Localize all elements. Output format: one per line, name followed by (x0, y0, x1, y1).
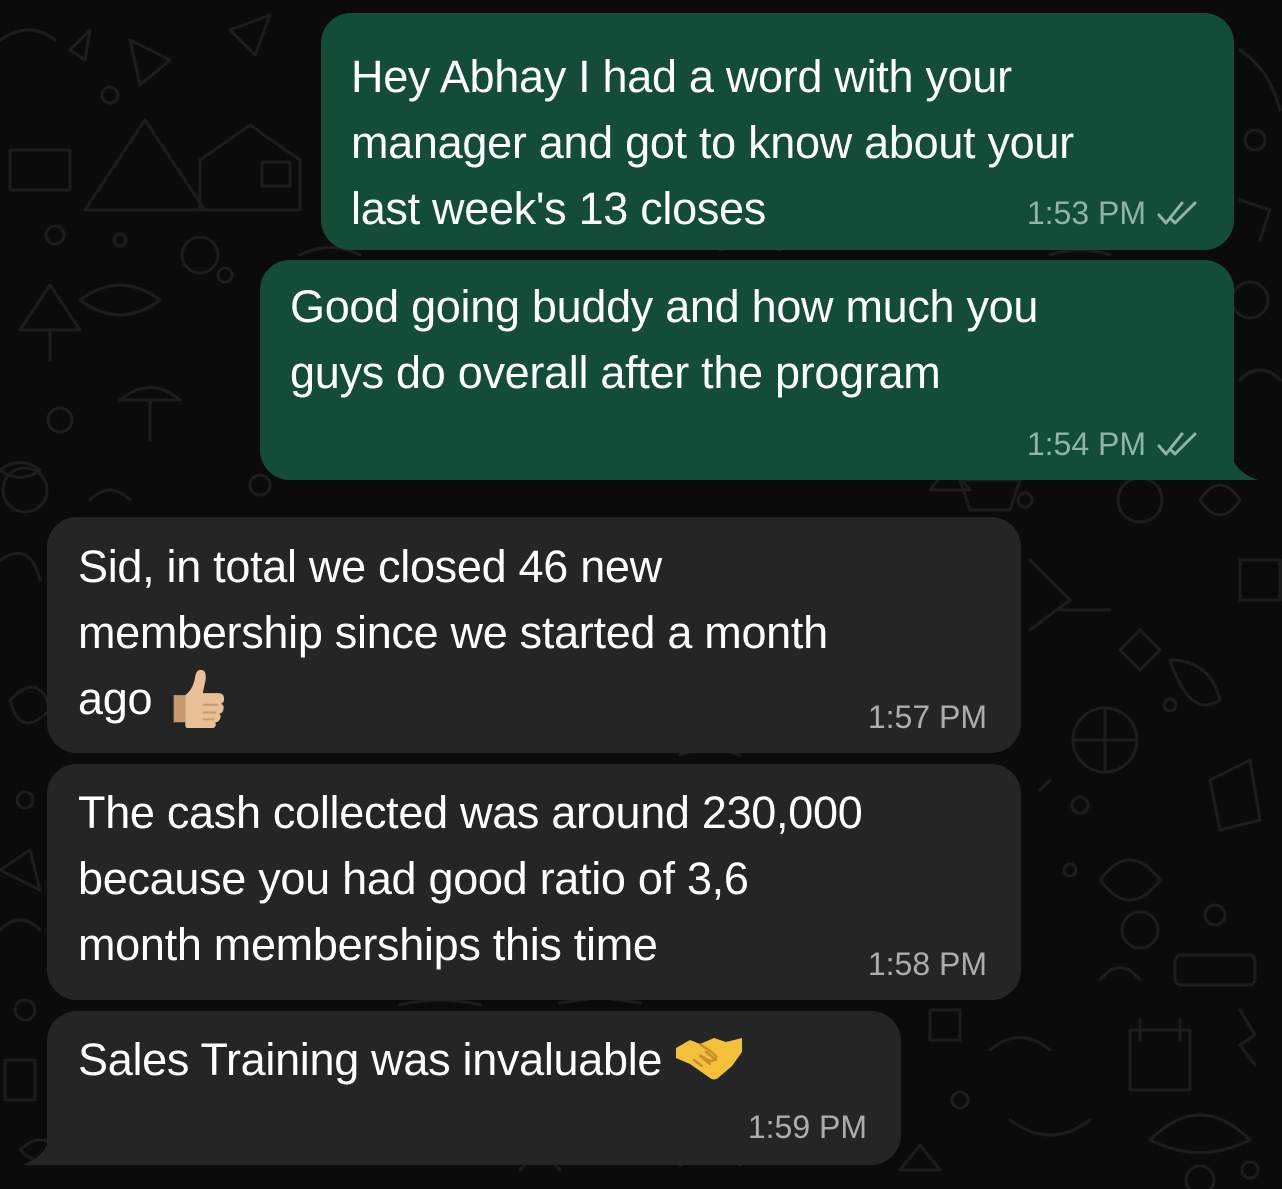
message-text-content: Sales Training was invaluable (78, 1034, 663, 1085)
message-meta: 1:58 PM (868, 944, 987, 984)
incoming-message-bubble[interactable]: Sales Training was invaluable 1:59 PM (47, 1011, 901, 1165)
message-meta: 1:53 PM (1027, 193, 1202, 233)
message-meta: 1:54 PM (1027, 424, 1202, 464)
message-time: 1:59 PM (747, 1109, 867, 1145)
bubble-tail (22, 1125, 54, 1165)
message-text: Hey Abhay I had a word with your manager… (351, 51, 1074, 234)
double-check-icon (1157, 201, 1197, 225)
handshake-icon (676, 1038, 743, 1080)
message-time: 1:54 PM (1026, 426, 1146, 462)
incoming-message-bubble[interactable]: Sid, in total we closed 46 new membershi… (47, 517, 1021, 753)
message-meta: 1:57 PM (868, 697, 987, 737)
double-check-icon (1157, 432, 1197, 456)
incoming-message-bubble[interactable]: The cash collected was around 230,000 be… (47, 764, 1021, 1000)
message-time: 1:57 PM (867, 699, 987, 735)
thumbs-up-icon (174, 669, 225, 729)
message-text: Sales Training was invaluable (78, 1027, 744, 1093)
message-text: Good going buddy and how much you guys d… (290, 281, 1039, 398)
message-time: 1:58 PM (867, 946, 987, 982)
message-meta: 1:59 PM (748, 1107, 867, 1147)
message-time: 1:53 PM (1026, 195, 1146, 231)
outgoing-message-bubble[interactable]: Hey Abhay I had a word with your manager… (321, 13, 1234, 250)
bubble-tail (1226, 440, 1258, 480)
outgoing-message-bubble[interactable]: Good going buddy and how much you guys d… (260, 260, 1234, 480)
message-text: The cash collected was around 230,000 be… (78, 787, 863, 970)
message-text: Sid, in total we closed 46 new membershi… (78, 534, 828, 732)
